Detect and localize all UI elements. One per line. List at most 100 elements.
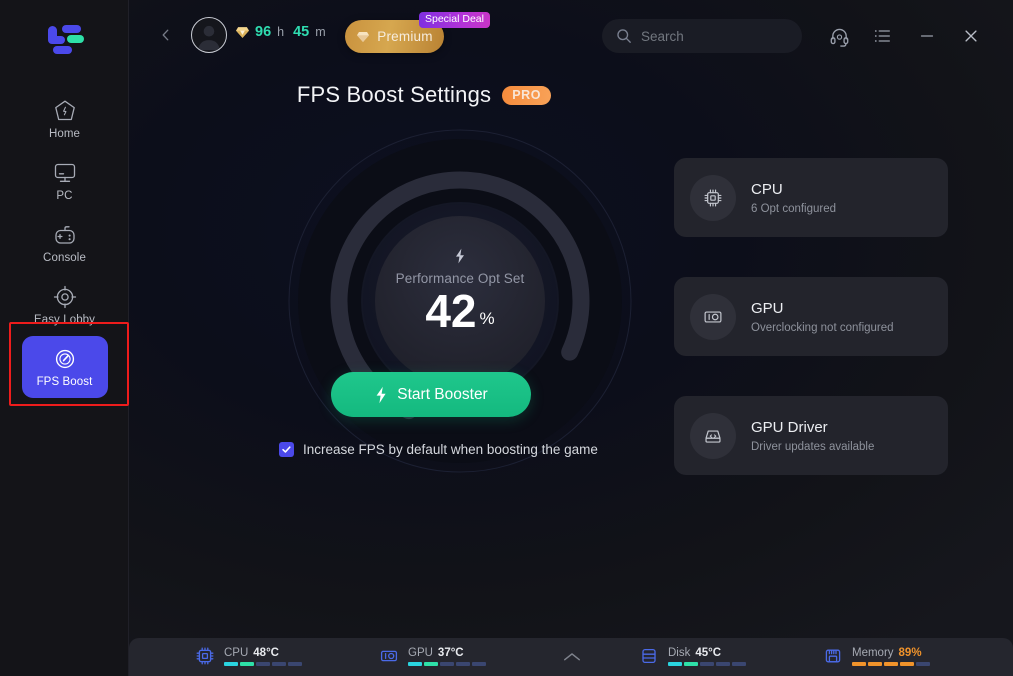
sidebar-item-label: PC: [56, 189, 73, 202]
home-icon: [52, 98, 78, 124]
sidebar-item-pc[interactable]: PC: [0, 150, 129, 212]
playtime-chip[interactable]: 96 h 45 m: [235, 24, 330, 40]
start-booster-button[interactable]: Start Booster: [331, 372, 531, 417]
status-name: GPU: [408, 646, 433, 659]
close-icon[interactable]: [959, 24, 983, 48]
status-value: 48°C: [253, 646, 279, 659]
speedometer-icon: [52, 346, 78, 372]
gpu-card-icon: [690, 293, 736, 340]
driver-disk-icon: [690, 412, 736, 459]
logo-lagofast[interactable]: [40, 22, 90, 56]
performance-gauge: Performance Opt Set 42 %: [286, 127, 634, 475]
status-bars: [668, 661, 746, 666]
status-bars: [224, 661, 302, 666]
gauge-unit: %: [479, 308, 495, 328]
special-deal-badge[interactable]: Special Deal: [419, 12, 490, 29]
sidebar-nav: Home PC Console Easy Lobby FPS Boost: [0, 88, 129, 398]
card-subtitle: 6 Opt configured: [751, 202, 837, 215]
pro-badge[interactable]: PRO: [502, 85, 552, 105]
sidebar-item-console[interactable]: Console: [0, 212, 129, 274]
status-cpu[interactable]: CPU 48°C: [195, 646, 302, 666]
status-body: Disk 45°C: [668, 647, 746, 666]
card-gpu-driver[interactable]: GPU Driver Driver updates available: [674, 396, 948, 475]
sidebar-item-label: Console: [43, 251, 86, 264]
system-status-bar: CPU 48°C GPU 37°C Disk 45°C Memory 89%: [129, 638, 1013, 676]
headset-icon[interactable]: [827, 24, 851, 48]
status-value: 89%: [898, 646, 922, 659]
bolt-icon: [453, 248, 467, 264]
gauge-center: Performance Opt Set 42 %: [375, 216, 545, 386]
status-textline: CPU 48°C: [224, 647, 302, 659]
gamepad-icon: [52, 222, 78, 248]
playtime-hours-unit: h: [277, 25, 285, 39]
memory-icon: [823, 646, 843, 666]
increase-fps-checkbox-label: Increase FPS by default when boosting th…: [303, 442, 598, 457]
minimize-icon[interactable]: [915, 24, 939, 48]
card-text: GPU Driver Driver updates available: [751, 419, 874, 453]
sidebar-item-easy-lobby[interactable]: Easy Lobby: [0, 274, 129, 336]
status-value: 37°C: [437, 646, 464, 659]
search-box[interactable]: [602, 19, 802, 53]
status-body: Memory 89%: [852, 647, 930, 666]
status-name: Disk: [668, 646, 691, 659]
start-booster-label: Start Booster: [397, 385, 488, 403]
crosshair-icon: [52, 284, 78, 310]
playtime-hours: 96: [255, 24, 272, 40]
sidebar-item-label: Easy Lobby: [33, 313, 96, 326]
page-title-row: FPS Boost Settings PRO: [129, 82, 719, 108]
gem-icon: [235, 26, 250, 39]
status-body: CPU 48°C: [224, 647, 302, 666]
status-bars: [852, 661, 930, 666]
search-input[interactable]: [641, 28, 791, 44]
user-avatar-icon: [198, 25, 220, 51]
sidebar: Home PC Console Easy Lobby FPS Boost: [0, 0, 129, 676]
status-name: CPU: [224, 646, 249, 659]
increase-fps-checkbox-row[interactable]: Increase FPS by default when boosting th…: [279, 442, 598, 457]
disk-icon: [639, 646, 659, 666]
back-button[interactable]: [153, 22, 179, 48]
sidebar-item-label: FPS Boost: [36, 375, 93, 388]
card-cpu[interactable]: CPU 6 Opt configured: [674, 158, 948, 237]
status-textline: Disk 45°C: [668, 647, 746, 659]
status-textline: GPU 37°C: [408, 647, 486, 659]
playtime-minutes: 45: [293, 24, 310, 40]
gauge-value-row: 42 %: [425, 285, 495, 337]
main-content: 96 h 45 m Premium Special Deal Search FP…: [129, 0, 1013, 676]
status-disk[interactable]: Disk 45°C: [639, 646, 746, 666]
increase-fps-checkbox[interactable]: [279, 442, 294, 457]
gpu-card-icon: [379, 646, 399, 666]
gem-icon: [356, 30, 371, 43]
status-textline: Memory 89%: [852, 647, 930, 659]
status-bars: [408, 661, 486, 666]
topbar: 96 h 45 m Premium Special Deal: [129, 0, 1013, 70]
avatar[interactable]: [191, 17, 227, 53]
monitor-icon: [52, 160, 78, 186]
gauge-label: Performance Opt Set: [395, 271, 525, 286]
status-name: Memory: [852, 646, 894, 659]
card-title: CPU: [751, 180, 783, 198]
status-memory[interactable]: Memory 89%: [823, 646, 930, 666]
sidebar-item-home[interactable]: Home: [0, 88, 129, 150]
list-icon[interactable]: [870, 24, 894, 48]
app-window: Home PC Console Easy Lobby FPS Boost 96 …: [0, 0, 1013, 676]
settings-cards: CPU 6 Opt configured GPU Overclocking no…: [674, 158, 948, 515]
cpu-chip-icon: [195, 646, 215, 666]
card-title: GPU: [751, 299, 784, 317]
card-subtitle: Overclocking not configured: [751, 321, 894, 334]
bolt-icon: [374, 386, 388, 404]
card-text: GPU Overclocking not configured: [751, 300, 894, 334]
sidebar-item-fps-boost[interactable]: FPS Boost: [21, 336, 108, 398]
page-title: FPS Boost Settings: [296, 82, 492, 107]
premium-label: Premium: [377, 29, 433, 44]
card-gpu[interactable]: GPU Overclocking not configured: [674, 277, 948, 356]
card-title: GPU Driver: [751, 418, 828, 436]
cpu-chip-icon: [690, 174, 736, 221]
chevron-up-icon[interactable]: [561, 648, 583, 666]
gauge-value: 42: [425, 285, 477, 337]
search-icon: [616, 28, 632, 44]
status-gpu[interactable]: GPU 37°C: [379, 646, 486, 666]
sidebar-item-label: Home: [48, 127, 81, 140]
playtime-minutes-unit: m: [315, 25, 326, 39]
card-text: CPU 6 Opt configured: [751, 181, 836, 215]
status-body: GPU 37°C: [408, 647, 486, 666]
